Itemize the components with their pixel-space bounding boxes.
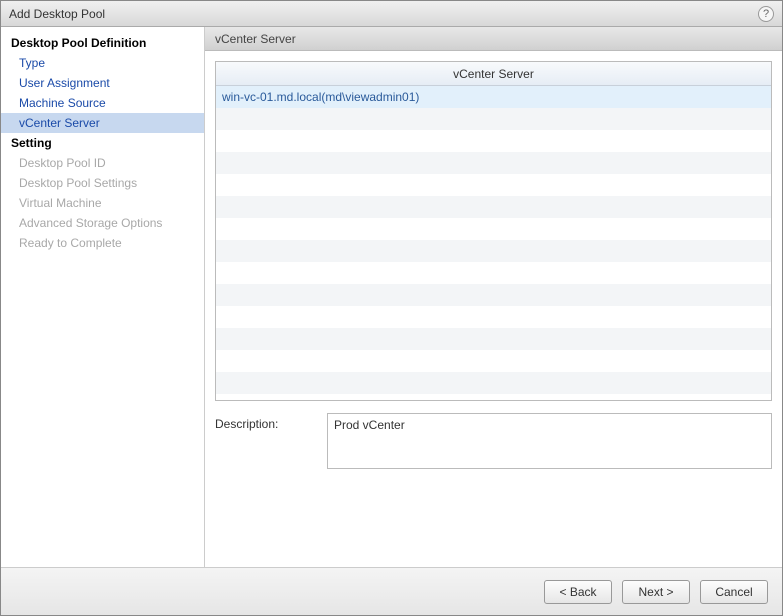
wizard-footer: < Back Next > Cancel [1,567,782,615]
sidebar-item-ready-to-complete: Ready to Complete [1,233,204,253]
table-body: win-vc-01.md.local(md\viewadmin01) [216,86,771,400]
sidebar-item-vcenter-server[interactable]: vCenter Server [1,113,204,133]
section-header-definition: Desktop Pool Definition [1,33,204,53]
wizard-sidebar: Desktop Pool Definition Type User Assign… [1,27,205,567]
vcenter-table: vCenter Server win-vc-01.md.local(md\vie… [215,61,772,401]
table-row[interactable] [216,262,771,284]
content-header: vCenter Server [205,27,782,51]
section-header-setting: Setting [1,133,204,153]
table-row[interactable] [216,306,771,328]
table-row[interactable] [216,196,771,218]
table-row[interactable]: win-vc-01.md.local(md\viewadmin01) [216,86,771,108]
table-row[interactable] [216,130,771,152]
sidebar-item-virtual-machine: Virtual Machine [1,193,204,213]
table-row[interactable] [216,284,771,306]
content-panel: vCenter Server vCenter Server win-vc-01.… [205,27,782,567]
help-icon[interactable]: ? [758,6,774,22]
content-body: vCenter Server win-vc-01.md.local(md\vie… [205,51,782,567]
table-column-header[interactable]: vCenter Server [216,62,771,86]
sidebar-item-desktop-pool-id: Desktop Pool ID [1,153,204,173]
table-row[interactable] [216,350,771,372]
sidebar-item-desktop-pool-settings: Desktop Pool Settings [1,173,204,193]
table-row[interactable] [216,152,771,174]
table-row[interactable] [216,174,771,196]
description-section: Description: Prod vCenter [215,413,772,469]
description-box: Prod vCenter [327,413,772,469]
next-button[interactable]: Next > [622,580,690,604]
description-label: Description: [215,413,327,431]
table-row[interactable] [216,372,771,394]
wizard-window: Add Desktop Pool ? Desktop Pool Definiti… [0,0,783,616]
table-row[interactable] [216,108,771,130]
window-title: Add Desktop Pool [9,7,105,21]
sidebar-item-user-assignment[interactable]: User Assignment [1,73,204,93]
main-area: Desktop Pool Definition Type User Assign… [1,27,782,567]
titlebar: Add Desktop Pool ? [1,1,782,27]
table-row[interactable] [216,328,771,350]
sidebar-item-type[interactable]: Type [1,53,204,73]
sidebar-item-advanced-storage: Advanced Storage Options [1,213,204,233]
table-row[interactable] [216,240,771,262]
help-symbol: ? [763,8,769,20]
sidebar-item-machine-source[interactable]: Machine Source [1,93,204,113]
cancel-button[interactable]: Cancel [700,580,768,604]
table-row[interactable] [216,218,771,240]
back-button[interactable]: < Back [544,580,612,604]
